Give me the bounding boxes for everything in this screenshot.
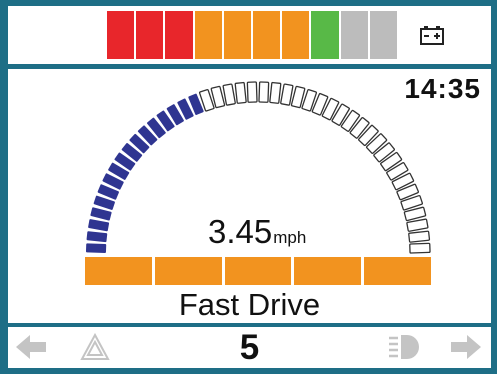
profile-bar — [85, 257, 431, 285]
speed-value: 3.45 — [208, 213, 273, 250]
speed-tick — [280, 83, 294, 106]
battery-segment — [369, 11, 398, 59]
profile-bar-segment — [224, 257, 292, 285]
battery-segment — [340, 11, 368, 59]
main-panel: 14:35 3.45mph Fast Drive — [8, 69, 491, 323]
speed-tick — [406, 218, 429, 232]
speed-tick — [408, 230, 431, 243]
battery-gauge — [107, 11, 398, 59]
speed-readout: 3.45mph — [208, 213, 306, 251]
speed-tick — [246, 81, 258, 103]
profile-bar-segment — [85, 257, 152, 285]
speed-tick — [258, 81, 270, 103]
speed-tick — [234, 81, 247, 104]
speed-tick — [222, 83, 236, 106]
bottom-bar: 5 — [8, 327, 491, 368]
battery-icon — [420, 26, 444, 45]
battery-segment — [136, 11, 164, 59]
profile-bar-segment — [154, 257, 222, 285]
speed-unit: mph — [273, 228, 307, 247]
battery-segment — [165, 11, 193, 59]
battery-segment — [253, 11, 281, 59]
speed-tick — [88, 219, 110, 232]
speed-tick — [90, 207, 112, 221]
drive-mode-label: Fast Drive — [178, 287, 321, 322]
headlight-icon[interactable] — [387, 333, 421, 361]
battery-segment — [311, 11, 339, 59]
battery-segment — [223, 11, 252, 59]
battery-segment — [282, 11, 310, 59]
speed-tick — [86, 231, 108, 243]
clock: 14:35 — [404, 73, 481, 104]
battery-segment — [194, 11, 222, 59]
speed-tick — [409, 242, 431, 254]
display-screen: 14:35 3.45mph Fast Drive 5 — [8, 6, 491, 368]
right-arrow-icon[interactable] — [449, 333, 483, 361]
battery-panel — [8, 6, 491, 64]
profile-bar-segment — [294, 257, 362, 285]
profile-bar-segment — [364, 257, 431, 285]
speed-tick — [269, 81, 282, 104]
speed-tick — [85, 243, 107, 254]
battery-segment — [107, 11, 135, 59]
